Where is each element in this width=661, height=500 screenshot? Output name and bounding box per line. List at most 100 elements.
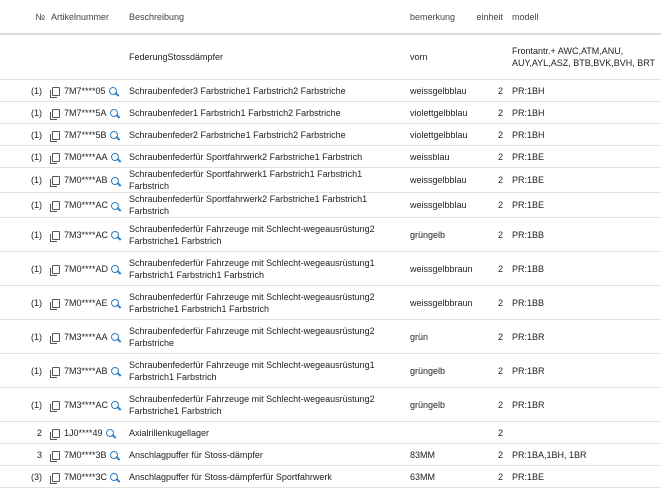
table-row: (1) 7M3****AB Schraubenfederfür Fahrzeuge … [0, 353, 661, 388]
copy-icon[interactable] [50, 298, 60, 310]
cell-modell: PR:1BB [506, 251, 661, 286]
cell-position: (1) [0, 217, 48, 252]
artikelnummer-text: 7M0****AE [64, 297, 108, 308]
table-body: FederungStossdämpfer vorn Frontantr.+ AWC,… [0, 34, 661, 488]
cell-modell: PR:1BR [506, 353, 661, 388]
copy-icon[interactable] [50, 108, 60, 120]
cell-artikelnummer: 7M0****3C [48, 465, 126, 488]
search-icon[interactable] [111, 201, 120, 210]
cell-bemerkung: violettgelbblau [407, 101, 473, 124]
cell-beschreibung: FederungStossdämpfer [126, 34, 407, 80]
header-beschreibung: Beschreibung [126, 0, 407, 35]
cell-modell: PR:1BR [506, 319, 661, 354]
copy-icon[interactable] [50, 176, 60, 188]
cell-position: (1) [0, 353, 48, 388]
search-icon[interactable] [110, 153, 119, 162]
copy-icon[interactable] [50, 264, 60, 276]
search-icon[interactable] [110, 333, 119, 342]
cell-artikelnummer: 7M7****5B [48, 123, 126, 146]
cell-einheit: 2 [473, 192, 506, 218]
copy-icon[interactable] [50, 230, 60, 242]
search-icon[interactable] [111, 265, 120, 274]
table-row: 2 1J0****49 Axialrillenkugellager 2 [0, 421, 661, 444]
artikelnummer-text: 7M3****AA [64, 331, 108, 342]
artikelnummer-text: 7M7****05 [64, 85, 106, 96]
cell-beschreibung: Schraubenfederfür Sportfahrwerk2 Farbstr… [126, 145, 407, 168]
cell-position: 2 [0, 421, 48, 444]
table-row: (1) 7M7****5B Schraubenfeder2 Farbstriche1… [0, 123, 661, 146]
copy-icon[interactable] [50, 450, 60, 462]
search-icon[interactable] [111, 401, 120, 410]
search-icon[interactable] [108, 87, 117, 96]
cell-modell: PR:1BH [506, 123, 661, 146]
cell-einheit: 2 [473, 285, 506, 320]
cell-beschreibung: Schraubenfederfür Fahrzeuge mit Schlecht… [126, 285, 407, 320]
search-icon[interactable] [110, 473, 119, 482]
cell-artikelnummer: 7M0****AC [48, 192, 126, 218]
cell-artikelnummer: 7M3****AC [48, 387, 126, 422]
header-artikelnummer: Artikelnummer [48, 0, 126, 35]
copy-icon[interactable] [50, 201, 60, 213]
cell-position: (1) [0, 285, 48, 320]
cell-modell: PR:1BB [506, 285, 661, 320]
table-row: (1) 7M0****AC Schraubenfederfür Sportfahrw… [0, 192, 661, 218]
cell-einheit: 2 [473, 167, 506, 193]
search-icon[interactable] [105, 429, 114, 438]
cell-artikelnummer: 7M7****05 [48, 79, 126, 102]
copy-icon[interactable] [50, 152, 60, 164]
cell-artikelnummer [48, 34, 126, 80]
search-icon[interactable] [111, 231, 120, 240]
artikelnummer-text: 7M3****AC [64, 229, 109, 240]
cell-beschreibung: Schraubenfeder1 Farbstrich1 Farbstrich2 … [126, 101, 407, 124]
table-row: (1) 7M0****AD Schraubenfederfür Fahrzeuge … [0, 251, 661, 286]
cell-einheit: 2 [473, 123, 506, 146]
search-icon[interactable] [110, 299, 119, 308]
cell-modell: PR:1BA,1BH, 1BR [506, 443, 661, 466]
cell-artikelnummer: 7M0****AA [48, 145, 126, 168]
cell-bemerkung: weissblau [407, 145, 473, 168]
cell-bemerkung: 83MM [407, 443, 473, 466]
cell-einheit: 2 [473, 421, 506, 444]
copy-icon[interactable] [50, 400, 60, 412]
cell-beschreibung: Anschlagpuffer für Stoss-dämpfer [126, 443, 407, 466]
table-row: (1) 7M0****AB Schraubenfederfür Sportfahrw… [0, 167, 661, 193]
cell-modell: PR:1BR [506, 387, 661, 422]
search-icon[interactable] [110, 367, 119, 376]
copy-icon[interactable] [50, 86, 60, 98]
cell-position: (1) [0, 123, 48, 146]
copy-icon[interactable] [50, 366, 60, 378]
cell-einheit [473, 34, 506, 80]
table-row: (1) 7M7****05 Schraubenfeder3 Farbstriche1… [0, 79, 661, 102]
cell-artikelnummer: 7M0****AB [48, 167, 126, 193]
search-icon[interactable] [109, 109, 118, 118]
cell-bemerkung: grüngelb [407, 353, 473, 388]
artikelnummer-text: 7M3****AC [64, 399, 109, 410]
cell-modell: PR:1BB [506, 217, 661, 252]
search-icon[interactable] [109, 131, 118, 140]
copy-icon[interactable] [50, 130, 60, 142]
table-row: (3) 7M0****3C Anschlagpuffer für Stoss-däm… [0, 465, 661, 488]
artikelnummer-text: 7M0****3C [64, 471, 108, 482]
cell-bemerkung: grüngelb [407, 217, 473, 252]
copy-icon[interactable] [50, 428, 60, 440]
copy-icon[interactable] [50, 472, 60, 484]
cell-beschreibung: Axialrillenkugellager [126, 421, 407, 444]
copy-icon[interactable] [50, 332, 60, 344]
cell-einheit: 2 [473, 145, 506, 168]
header-nr: № [0, 0, 48, 35]
cell-modell [506, 421, 661, 444]
cell-artikelnummer: 7M0****AE [48, 285, 126, 320]
cell-modell: PR:1BH [506, 79, 661, 102]
cell-position: (1) [0, 387, 48, 422]
search-icon[interactable] [110, 176, 119, 185]
cell-einheit: 2 [473, 217, 506, 252]
artikelnummer-text: 7M0****AA [64, 151, 108, 162]
cell-bemerkung: vorn [407, 34, 473, 80]
artikelnummer-text: 7M7****5B [64, 129, 107, 140]
cell-beschreibung: Schraubenfederfür Fahrzeuge mit Schlecht… [126, 217, 407, 252]
search-icon[interactable] [109, 451, 118, 460]
table-row: (1) 7M3****AC Schraubenfederfür Fahrzeuge … [0, 387, 661, 422]
cell-modell: PR:1BE [506, 145, 661, 168]
cell-beschreibung: Schraubenfeder3 Farbstriche1 Farbstrich2… [126, 79, 407, 102]
cell-bemerkung: grüngelb [407, 387, 473, 422]
